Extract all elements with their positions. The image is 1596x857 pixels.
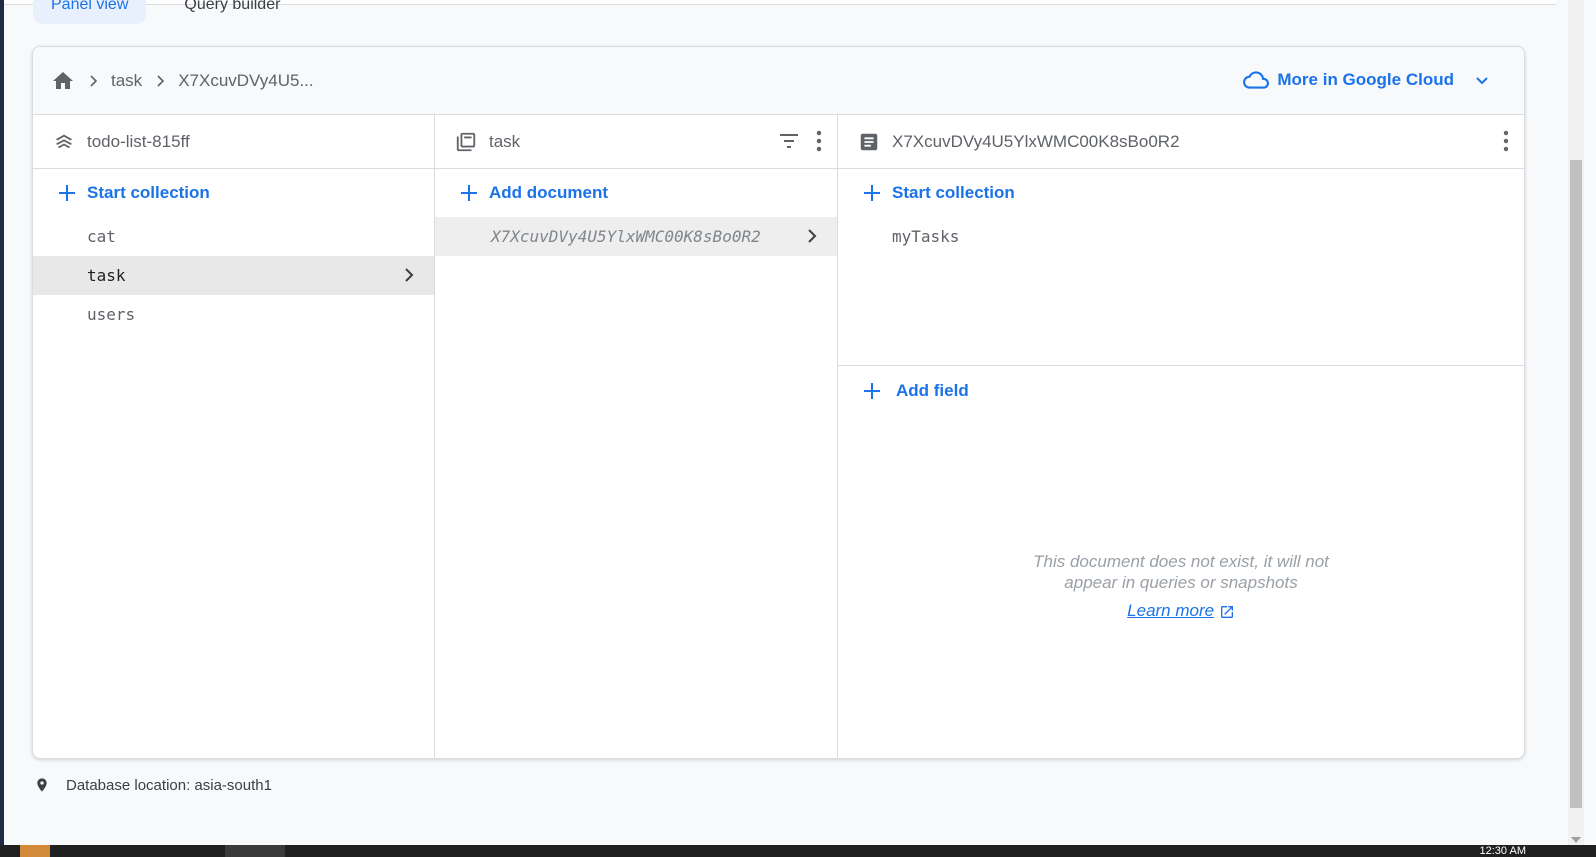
database-location-label: Database location: asia-south1 xyxy=(66,776,272,794)
more-vert-icon[interactable] xyxy=(815,129,823,153)
chevron-down-icon xyxy=(1474,72,1490,88)
empty-document-message: This document does not exist, it will no… xyxy=(838,551,1524,593)
chevron-right-icon xyxy=(154,74,166,87)
page-scrollbar[interactable] xyxy=(1568,0,1584,845)
breadcrumb-item-document[interactable]: X7XcuvDVy4U5... xyxy=(178,71,313,91)
breadcrumb: task X7XcuvDVy4U5... More in Google Clou… xyxy=(33,47,1524,115)
collection-label: users xyxy=(87,305,136,324)
collection-panel: task Add document X7XcuvDVy4U5YlxWMC00K8… xyxy=(435,115,838,758)
more-vert-icon[interactable] xyxy=(1502,129,1510,153)
plus-icon xyxy=(459,183,479,203)
collection-item-cat[interactable]: cat xyxy=(33,217,434,256)
root-panel-header: todo-list-815ff xyxy=(33,115,434,169)
document-icon xyxy=(858,131,880,153)
view-tabs: Panel view Query builder xyxy=(33,0,298,24)
plus-icon xyxy=(57,183,77,203)
taskbar-app[interactable] xyxy=(20,845,50,857)
chevron-right-icon xyxy=(402,266,416,288)
collection-item-task[interactable]: task xyxy=(33,256,434,295)
scroll-down-arrow[interactable] xyxy=(1571,837,1581,843)
document-id: X7XcuvDVy4U5YlxWMC00K8sBo0R2 xyxy=(491,227,761,246)
home-icon[interactable] xyxy=(51,69,75,93)
scrollbar-thumb[interactable] xyxy=(1570,160,1582,808)
taskbar-clock: 12:30 AM xyxy=(1479,845,1526,857)
left-edge xyxy=(0,0,4,845)
chevron-right-icon xyxy=(805,227,819,249)
start-collection-button[interactable]: Start collection xyxy=(33,169,434,217)
learn-more-label: Learn more xyxy=(1127,601,1215,620)
root-panel: todo-list-815ff Start collection cat tas… xyxy=(33,115,435,758)
filter-icon[interactable] xyxy=(777,129,801,153)
cloud-icon xyxy=(1243,67,1270,93)
document-panel: X7XcuvDVy4U5YlxWMC00K8sBo0R2 Start colle… xyxy=(838,115,1524,758)
empty-message-line-1: This document does not exist, it will no… xyxy=(1033,552,1329,571)
collection-item-users[interactable]: users xyxy=(33,295,434,334)
add-field-button[interactable]: Add field xyxy=(838,366,1524,416)
firestore-icon xyxy=(53,131,75,153)
collection-label: cat xyxy=(87,227,116,246)
more-in-google-cloud-button[interactable]: More in Google Cloud xyxy=(1243,67,1490,93)
cloud-link-label: More in Google Cloud xyxy=(1277,70,1454,89)
location-pin-icon xyxy=(34,775,50,795)
document-title: X7XcuvDVy4U5YlxWMC00K8sBo0R2 xyxy=(892,131,1180,151)
start-subcollection-label: Start collection xyxy=(892,183,1015,202)
chevron-right-icon xyxy=(87,74,99,87)
plus-icon xyxy=(862,183,882,203)
add-field-label: Add field xyxy=(896,381,969,400)
start-subcollection-button[interactable]: Start collection xyxy=(838,169,1524,217)
start-collection-label: Start collection xyxy=(87,183,210,202)
document-item[interactable]: X7XcuvDVy4U5YlxWMC00K8sBo0R2 xyxy=(435,217,837,256)
empty-message-line-2: appear in queries or snapshots xyxy=(1064,573,1298,592)
add-document-label: Add document xyxy=(489,183,608,202)
breadcrumb-item-task[interactable]: task xyxy=(111,71,142,91)
data-viewer-card: task X7XcuvDVy4U5... More in Google Clou… xyxy=(32,46,1525,759)
tab-query-builder[interactable]: Query builder xyxy=(166,0,298,24)
add-document-button[interactable]: Add document xyxy=(435,169,837,217)
tab-panel-view[interactable]: Panel view xyxy=(33,0,147,24)
document-panel-header: X7XcuvDVy4U5YlxWMC00K8sBo0R2 xyxy=(838,115,1524,169)
project-title: todo-list-815ff xyxy=(87,131,190,151)
subcollections-section: Start collection myTasks xyxy=(838,169,1524,366)
subcollection-item-mytasks[interactable]: myTasks xyxy=(838,217,1524,256)
collection-icon xyxy=(455,131,477,153)
collection-title: task xyxy=(489,131,521,151)
open-in-new-icon xyxy=(1219,604,1235,620)
document-actions xyxy=(1502,129,1510,153)
os-taskbar: 12:30 AM xyxy=(0,845,1596,857)
database-location: Database location: asia-south1 xyxy=(34,775,272,795)
collection-label: task xyxy=(87,266,126,285)
collection-panel-header: task xyxy=(435,115,837,169)
taskbar-app[interactable] xyxy=(225,845,285,857)
collection-actions xyxy=(777,129,823,153)
plus-icon xyxy=(862,381,882,401)
subcollection-label: myTasks xyxy=(892,227,960,246)
learn-more-link[interactable]: Learn more xyxy=(838,601,1524,621)
